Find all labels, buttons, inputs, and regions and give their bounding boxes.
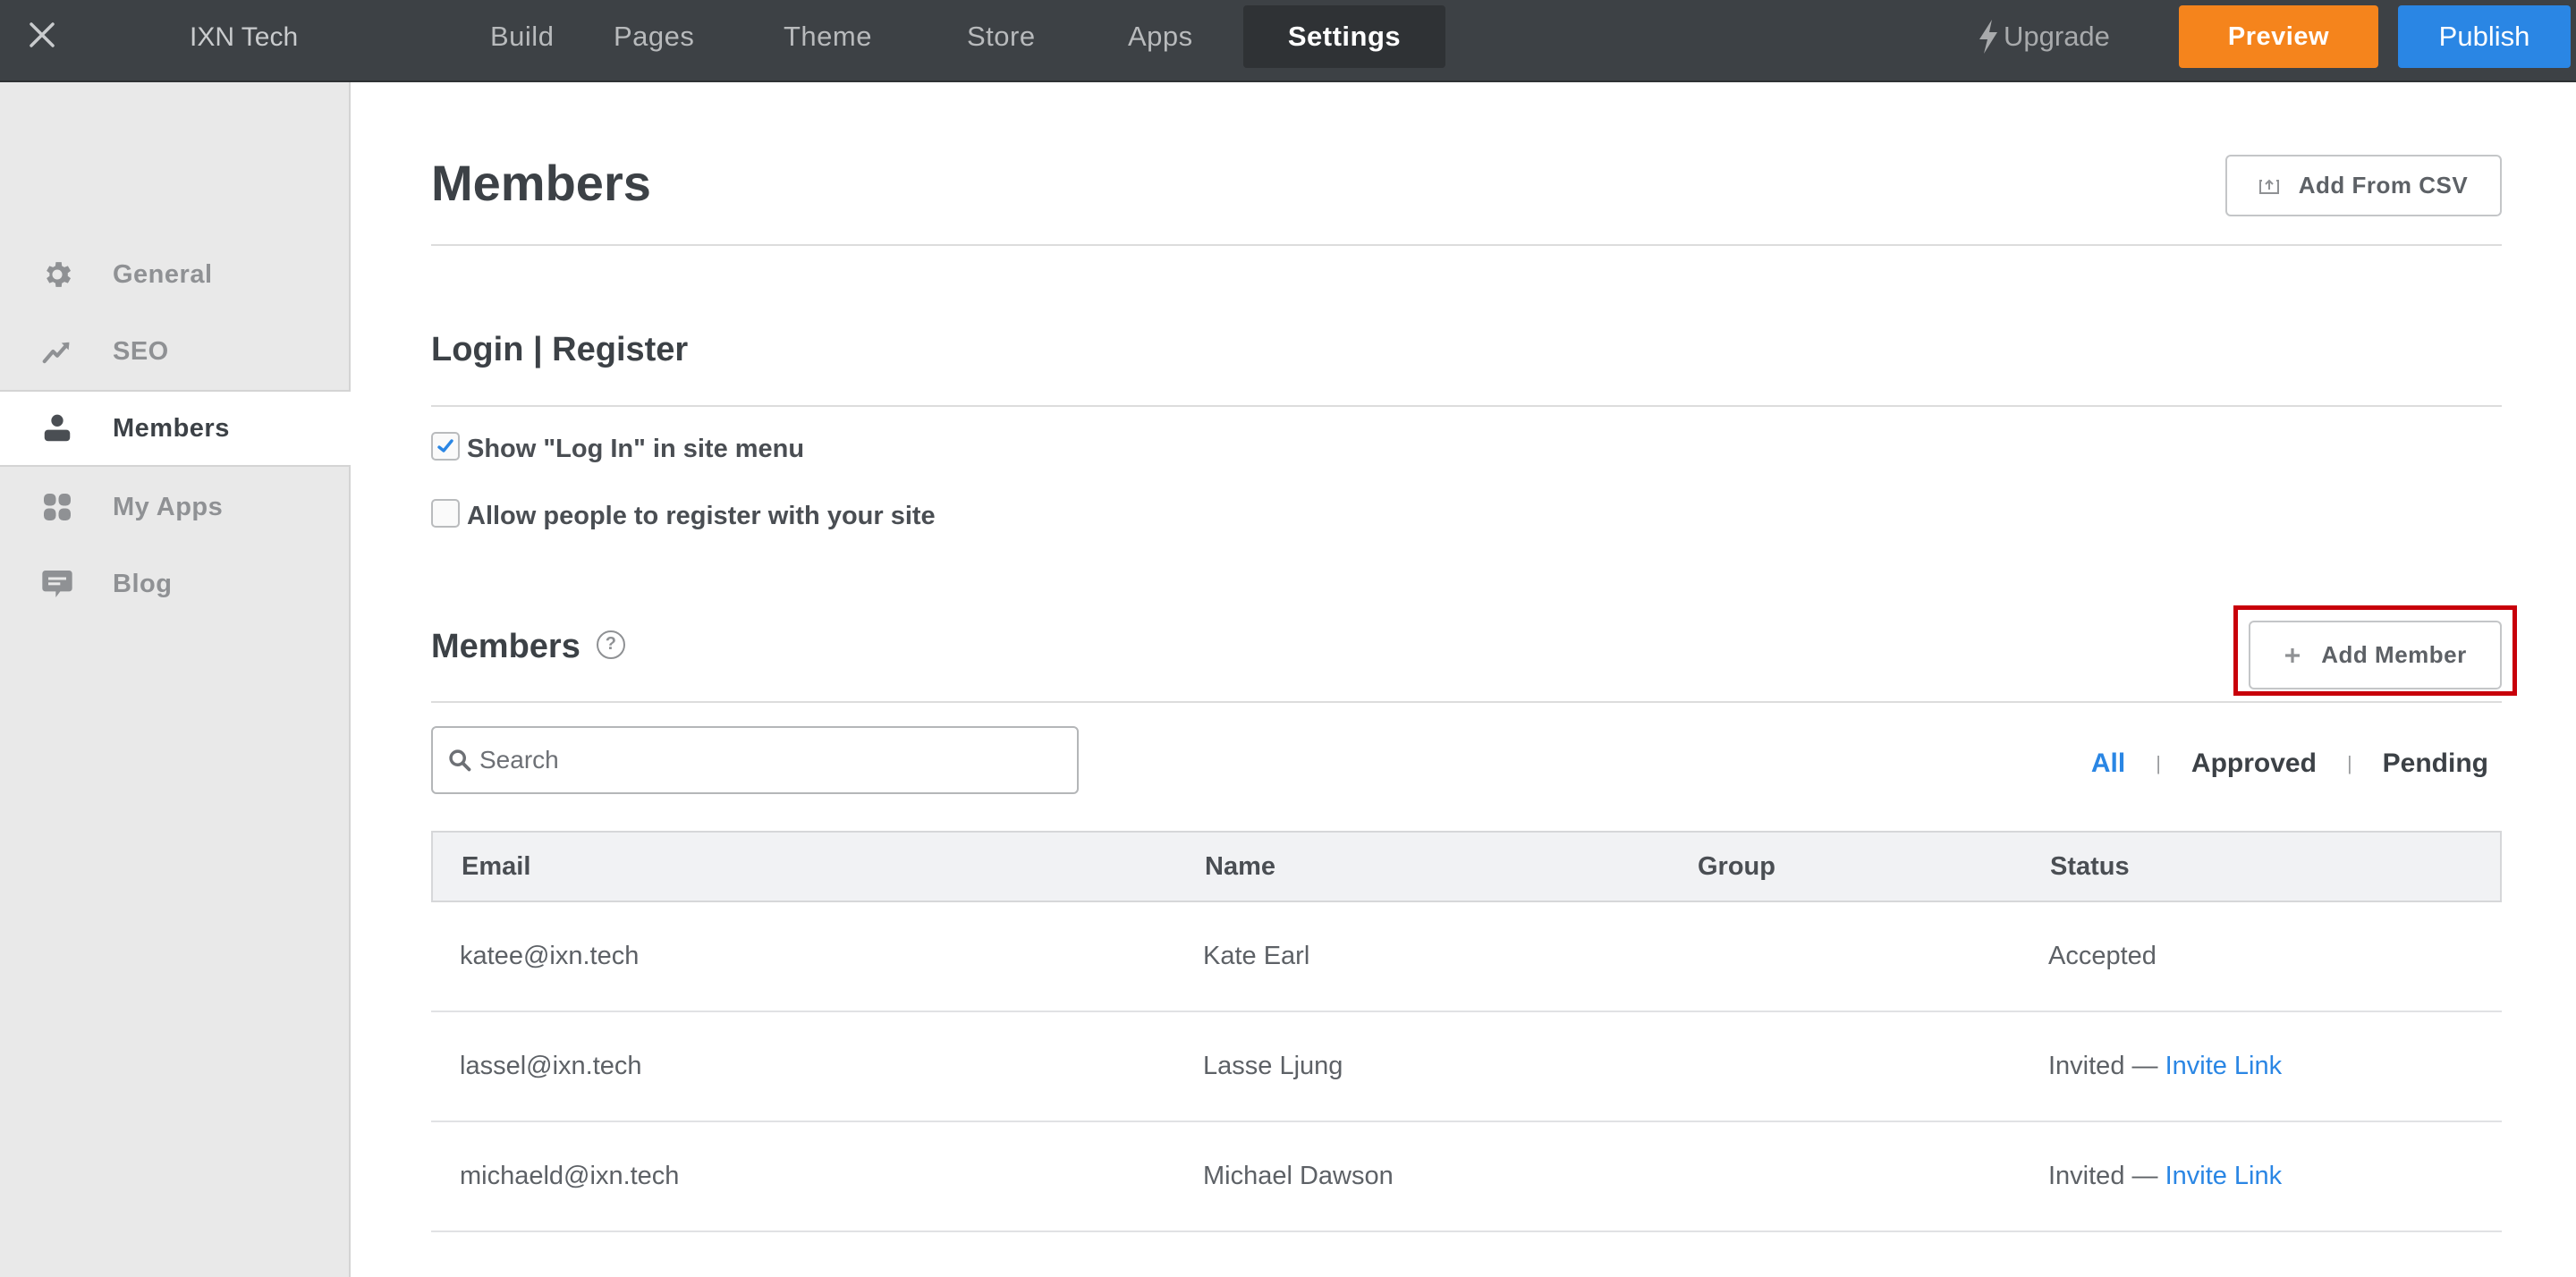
login-register-heading: Login | Register xyxy=(431,331,689,368)
table-row[interactable]: lassel@ixn.tech Lasse Ljung Invited — In… xyxy=(431,1012,2502,1122)
allow-register-label: Allow people to register with your site xyxy=(467,502,936,530)
close-icon xyxy=(30,22,55,47)
add-from-csv-button[interactable]: Add From CSV xyxy=(2225,155,2502,216)
upload-icon xyxy=(2258,178,2279,194)
sidebar-item-label: SEO xyxy=(113,336,169,366)
member-email: michaeld@ixn.tech xyxy=(460,1162,680,1190)
member-status: Invited — Invite Link xyxy=(2048,1122,2282,1230)
invite-link[interactable]: Invite Link xyxy=(2165,1162,2283,1190)
show-login-checkbox[interactable] xyxy=(431,431,460,461)
filter-pending[interactable]: Pending xyxy=(2383,748,2488,779)
member-email: lassel@ixn.tech xyxy=(460,1052,642,1080)
sidebar-item-blog[interactable]: Blog xyxy=(0,545,349,622)
status-text: Accepted xyxy=(2048,942,2157,970)
nav-tab-settings[interactable]: Settings xyxy=(1243,5,1445,68)
sidebar-item-label: Members xyxy=(113,413,230,443)
nav-tab-theme[interactable]: Theme xyxy=(742,5,913,68)
settings-sidebar: General SEO Members My Apps Blog xyxy=(0,82,351,1277)
main-content: Members Add From CSV Login | Register Sh… xyxy=(351,82,2576,1277)
title-divider xyxy=(431,244,2502,246)
search-input[interactable] xyxy=(479,746,1052,774)
table-header: Email Name Group Status xyxy=(431,831,2502,902)
login-divider xyxy=(431,405,2502,407)
member-name: Kate Earl xyxy=(1203,942,1310,970)
upgrade-link[interactable]: Upgrade xyxy=(1977,5,2110,68)
members-heading-label: Members xyxy=(431,628,580,665)
sidebar-item-my-apps[interactable]: My Apps xyxy=(0,469,349,545)
members-divider xyxy=(431,701,2502,703)
invite-link[interactable]: Invite Link xyxy=(2165,1052,2283,1080)
sidebar-item-members[interactable]: Members xyxy=(0,390,351,467)
user-icon xyxy=(39,410,75,446)
nav-tab-apps[interactable]: Apps xyxy=(1087,5,1234,68)
sidebar-item-label: General xyxy=(113,259,213,289)
show-login-option[interactable]: Show "Log In" in site menu xyxy=(431,431,805,464)
lightning-icon xyxy=(1979,20,1997,54)
gear-icon xyxy=(39,257,75,292)
show-login-label: Show "Log In" in site menu xyxy=(467,435,805,463)
nav-tab-pages[interactable]: Pages xyxy=(572,5,735,68)
table-row[interactable]: katee@ixn.tech Kate Earl Accepted xyxy=(431,902,2502,1012)
sidebar-item-general[interactable]: General xyxy=(0,236,349,313)
member-status: Accepted xyxy=(2048,902,2157,1011)
publish-button[interactable]: Publish xyxy=(2398,5,2571,68)
member-name: Michael Dawson xyxy=(1203,1162,1394,1190)
column-header-email[interactable]: Email xyxy=(462,833,530,901)
status-text: Invited — xyxy=(2048,1162,2165,1190)
search-icon xyxy=(449,749,471,772)
site-name: IXN Tech xyxy=(190,22,299,52)
close-button[interactable] xyxy=(23,18,61,55)
member-status: Invited — Invite Link xyxy=(2048,1012,2282,1121)
allow-register-option[interactable]: Allow people to register with your site xyxy=(431,498,936,531)
members-heading: Members? xyxy=(431,628,625,666)
members-table: Email Name Group Status katee@ixn.tech K… xyxy=(431,831,2502,1232)
status-text: Invited — xyxy=(2048,1052,2165,1080)
nav-tab-store[interactable]: Store xyxy=(926,5,1077,68)
filter-separator: | xyxy=(2346,752,2352,774)
filter-separator: | xyxy=(2156,752,2161,774)
preview-button[interactable]: Preview xyxy=(2179,5,2378,68)
comment-icon xyxy=(39,566,75,602)
apps-grid-icon xyxy=(39,489,75,525)
sidebar-item-seo[interactable]: SEO xyxy=(0,313,349,390)
member-filters: All | Approved | Pending xyxy=(2091,748,2488,779)
checkmark-icon xyxy=(437,438,453,452)
sidebar-item-label: My Apps xyxy=(113,492,224,521)
table-row[interactable]: michaeld@ixn.tech Michael Dawson Invited… xyxy=(431,1122,2502,1232)
highlight-box xyxy=(2233,605,2517,696)
help-icon[interactable]: ? xyxy=(596,630,625,659)
upgrade-label: Upgrade xyxy=(2004,21,2110,52)
sidebar-item-label: Blog xyxy=(113,569,173,598)
member-name: Lasse Ljung xyxy=(1203,1052,1343,1080)
member-email: katee@ixn.tech xyxy=(460,942,640,970)
trend-up-icon xyxy=(39,334,75,369)
page-title: Members xyxy=(431,155,651,211)
column-header-status[interactable]: Status xyxy=(2050,833,2130,901)
search-field[interactable] xyxy=(431,726,1079,794)
column-header-name[interactable]: Name xyxy=(1205,833,1275,901)
allow-register-checkbox[interactable] xyxy=(431,498,460,528)
column-header-group[interactable]: Group xyxy=(1698,833,1775,901)
top-bar: IXN Tech Build Pages Theme Store Apps Se… xyxy=(0,0,2576,82)
filter-all[interactable]: All xyxy=(2091,748,2125,779)
filter-approved[interactable]: Approved xyxy=(2191,748,2317,779)
add-from-csv-label: Add From CSV xyxy=(2298,172,2469,199)
